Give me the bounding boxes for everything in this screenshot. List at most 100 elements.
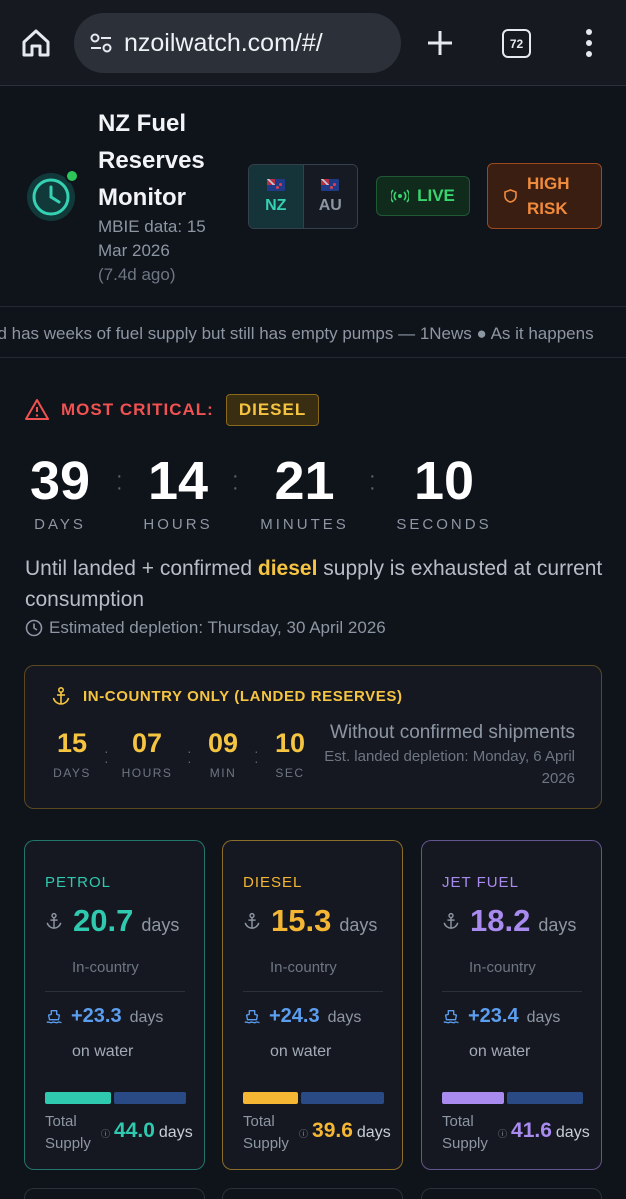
- on-water-days: +23.3: [71, 1005, 122, 1027]
- fuel-name: JET FUEL: [442, 874, 519, 891]
- in-country-bar: [45, 1092, 112, 1104]
- total-supply-label: Total Supply: [442, 1113, 488, 1152]
- landed-days-value: 15: [56, 728, 88, 758]
- in-country-label: In-country: [469, 959, 536, 976]
- info-icon[interactable]: ⓘ: [498, 1127, 507, 1140]
- clock-logo-icon: [27, 169, 79, 221]
- shield-icon: [504, 189, 517, 203]
- total-supply: ⓘ 39.6 days: [299, 1119, 391, 1143]
- info-icon[interactable]: ⓘ: [101, 1127, 110, 1140]
- on-water-row: +24.3 days: [243, 1005, 361, 1028]
- divider: [243, 991, 383, 992]
- most-critical-header: MOST CRITICAL: DIESEL: [25, 393, 320, 427]
- country-option-nz[interactable]: NZ: [249, 165, 303, 228]
- tab-switcher-button[interactable]: 72: [502, 29, 531, 58]
- divider: [45, 991, 185, 992]
- days-unit: days: [538, 915, 577, 935]
- until-prefix: Until landed + confirmed: [25, 557, 258, 580]
- countdown-seconds: 10 SECONDS: [394, 450, 494, 533]
- landed-reserves-title: IN-COUNTRY ONLY (LANDED RESERVES): [83, 687, 403, 705]
- url-text[interactable]: nzoilwatch.com/#/: [124, 29, 323, 58]
- in-country-label: In-country: [270, 959, 337, 976]
- estimated-depletion: Estimated depletion: Thursday, 30 April …: [25, 618, 386, 638]
- site-title: NZ Fuel Reserves Monitor: [98, 110, 205, 211]
- home-icon[interactable]: [20, 27, 52, 59]
- data-age: (7.4d ago): [98, 265, 176, 284]
- in-country-days: 18.2: [470, 903, 531, 938]
- landed-min-label: MIN: [209, 766, 237, 780]
- countdown-separator: · ·: [254, 743, 259, 769]
- landed-min-value: 09: [207, 728, 239, 758]
- browser-toolbar: nzoilwatch.com/#/ 72: [0, 0, 626, 86]
- on-water-days: +23.4: [468, 1005, 519, 1027]
- anchor-icon: [244, 912, 260, 929]
- landed-hours-label: HOURS: [121, 766, 173, 780]
- fuel-name: DIESEL: [243, 874, 303, 891]
- country-toggle: NZ AU: [248, 164, 358, 229]
- fuel-card-petrol[interactable]: PETROL 20.7 days In-country +23.3 days o…: [24, 840, 205, 1170]
- ship-icon: [443, 1009, 459, 1023]
- days-unit: days: [327, 1009, 362, 1026]
- countdown-separator: · ·: [116, 465, 123, 499]
- divider: [442, 991, 582, 992]
- countdown-minutes-value: 21: [274, 451, 335, 511]
- countdown-separator: · ·: [187, 743, 192, 769]
- days-unit: days: [555, 1124, 590, 1141]
- supply-bar: [442, 1092, 583, 1104]
- landed-days: 15 DAYS: [47, 726, 97, 780]
- landed-note-est: Est. landed depletion: Monday, 6 April 2…: [324, 748, 575, 787]
- site-header: NZ Fuel Reserves Monitor MBIE data: 15 M…: [0, 87, 626, 307]
- fuel-card-diesel[interactable]: DIESEL 15.3 days In-country +24.3 days o…: [222, 840, 403, 1170]
- in-country-bar: [442, 1092, 505, 1104]
- anchor-icon: [46, 912, 62, 929]
- data-source-date: MBIE data: 15 Mar 2026: [98, 217, 206, 260]
- in-country-days: 15.3: [271, 903, 332, 938]
- peek-card: [222, 1188, 403, 1199]
- country-option-au[interactable]: AU: [302, 165, 357, 228]
- more-menu-icon[interactable]: [578, 26, 600, 60]
- countdown-days-label: DAYS: [34, 516, 86, 533]
- countdown-seconds-value: 10: [413, 451, 475, 511]
- new-tab-icon[interactable]: [423, 26, 457, 60]
- until-fuel: diesel: [257, 557, 318, 580]
- peek-card: [24, 1188, 205, 1199]
- countdown-minutes: 21 MINUTES: [257, 450, 352, 533]
- fuel-card-jet-fuel[interactable]: JET FUEL 18.2 days In-country +23.4 days…: [421, 840, 602, 1170]
- data-source-info: MBIE data: 15 Mar 2026 (7.4d ago): [98, 215, 228, 287]
- on-water-bar: [507, 1092, 583, 1104]
- supply-bar: [243, 1092, 384, 1104]
- live-label: LIVE: [417, 186, 455, 205]
- days-unit: days: [526, 1009, 561, 1026]
- next-row-peek: [0, 1188, 626, 1199]
- risk-label: HIGH RISK: [527, 174, 570, 218]
- main-countdown: 39 DAYS · · 14 HOURS · · 21 MINUTES · · 10 …: [0, 450, 626, 540]
- countdown-separator: · ·: [369, 465, 376, 499]
- info-icon[interactable]: ⓘ: [299, 1127, 308, 1140]
- supply-bar: [45, 1092, 186, 1104]
- nz-flag-icon: [266, 178, 285, 191]
- ship-icon: [244, 1009, 260, 1023]
- days-unit: days: [141, 915, 180, 935]
- in-country-row: 15.3 days: [243, 903, 377, 939]
- total-supply: ⓘ 41.6 days: [498, 1119, 590, 1143]
- days-unit: days: [339, 915, 378, 935]
- total-supply-days: 41.6: [511, 1119, 552, 1142]
- landed-hours-value: 07: [131, 728, 163, 758]
- on-water-label: on water: [469, 1043, 531, 1060]
- countdown-minutes-label: MINUTES: [260, 516, 349, 533]
- landed-reserves-card: IN-COUNTRY ONLY (LANDED RESERVES) 15 DAY…: [24, 665, 602, 809]
- total-supply-label: Total Supply: [243, 1113, 289, 1152]
- landed-reserves-header: IN-COUNTRY ONLY (LANDED RESERVES): [51, 686, 403, 706]
- countdown-days: 39 DAYS: [25, 450, 95, 533]
- days-unit: days: [129, 1009, 164, 1026]
- days-unit: days: [356, 1124, 391, 1141]
- countdown-hours-label: HOURS: [143, 516, 213, 533]
- on-water-bar: [114, 1092, 186, 1104]
- total-supply-label: Total Supply: [45, 1113, 91, 1152]
- in-country-row: 18.2 days: [442, 903, 576, 939]
- site-settings-icon[interactable]: [88, 30, 114, 56]
- countdown-seconds-label: SECONDS: [396, 516, 492, 533]
- address-bar[interactable]: nzoilwatch.com/#/: [74, 13, 401, 73]
- on-water-days: +24.3: [269, 1005, 320, 1027]
- depletion-description: Until landed + confirmed diesel supply i…: [25, 553, 605, 615]
